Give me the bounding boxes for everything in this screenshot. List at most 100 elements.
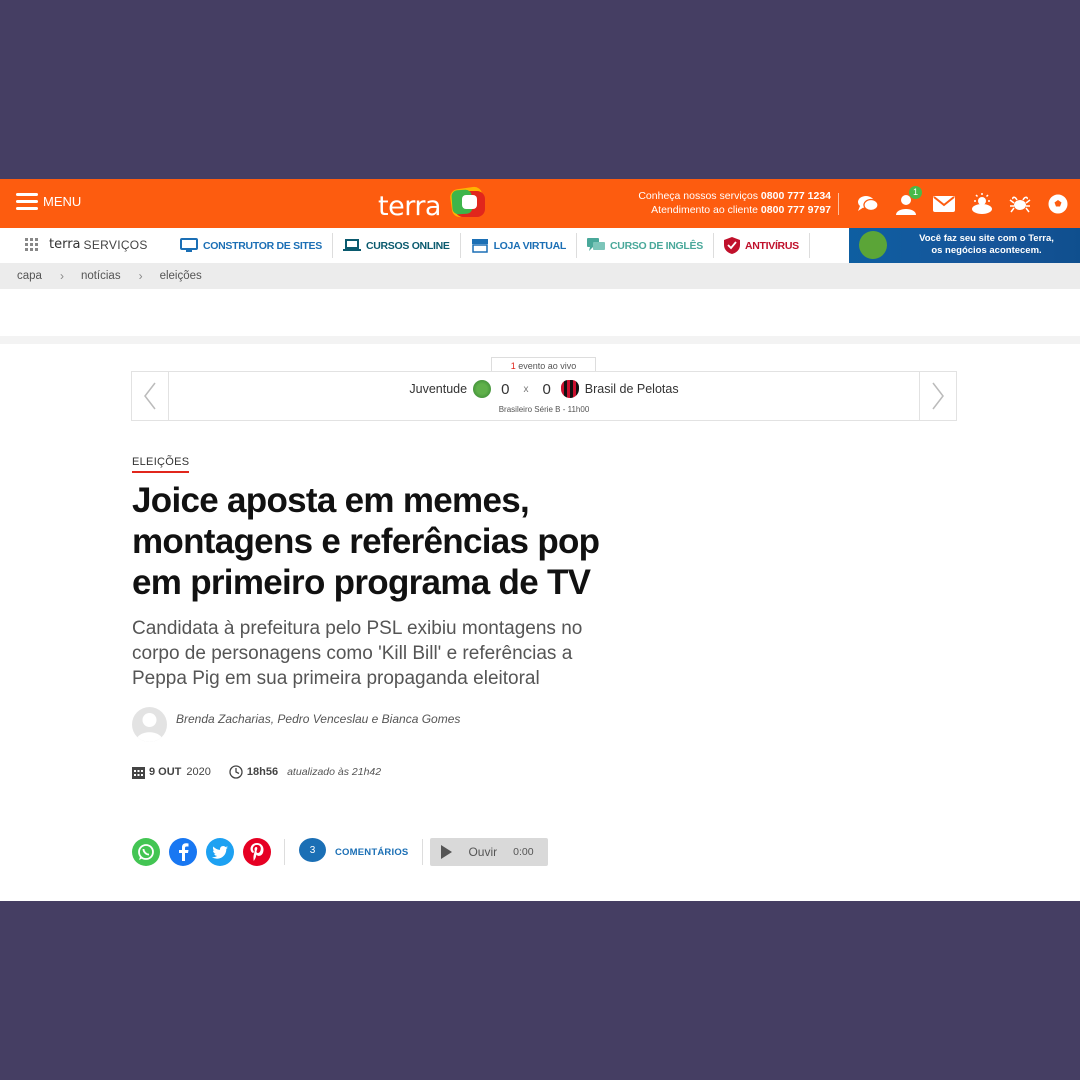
clock-icon bbox=[229, 765, 243, 779]
breadcrumb-item[interactable]: capa bbox=[17, 270, 42, 282]
service-link-online-courses[interactable]: CURSOS ONLINE bbox=[333, 233, 461, 258]
terra-services-logo[interactable]: terra SERVIÇOS bbox=[25, 237, 148, 252]
match-row[interactable]: Juventude 0 x 0 Brasil de Pelotas bbox=[132, 380, 956, 398]
publish-year: 2020 bbox=[186, 766, 211, 778]
breadcrumb-item[interactable]: eleições bbox=[160, 270, 202, 282]
live-event-count: 1 bbox=[510, 361, 516, 371]
breadcrumb-item[interactable]: notícias bbox=[81, 270, 121, 282]
top-icons: 1 bbox=[838, 179, 1077, 228]
page-frame: MENU terra Conheça nossos serviços 0800 … bbox=[0, 179, 1080, 901]
chat-icon[interactable] bbox=[855, 191, 881, 217]
home-team-crest-icon bbox=[473, 380, 492, 398]
section-label[interactable]: ELEIÇÕES bbox=[132, 456, 190, 473]
offer-seal-icon bbox=[855, 227, 891, 263]
hamburger-icon bbox=[16, 193, 38, 210]
notification-badge: 1 bbox=[909, 185, 922, 199]
calendar-icon bbox=[132, 766, 145, 779]
apps-grid-icon bbox=[25, 237, 39, 252]
audio-player[interactable]: Ouvir 0:00 bbox=[430, 838, 549, 866]
publish-day: 9 OUT bbox=[149, 766, 182, 778]
live-scoreboard: Juventude 0 x 0 Brasil de Pelotas Brasil… bbox=[131, 371, 957, 421]
promo-text: Você faz seu site com o Terra, os negóci… bbox=[899, 233, 1074, 257]
terra-logo[interactable]: terra bbox=[378, 183, 489, 223]
store-icon bbox=[471, 239, 488, 253]
live-event-label: evento ao vivo bbox=[518, 361, 577, 371]
top-bar: MENU terra Conheça nossos serviços 0800 … bbox=[0, 179, 1080, 228]
score-separator: x bbox=[523, 383, 529, 395]
play-icon[interactable] bbox=[441, 845, 453, 859]
updated-time: atualizado às 21h42 bbox=[287, 766, 382, 778]
pinterest-share-button[interactable] bbox=[243, 838, 271, 866]
service-link-label: ANTIVÍRUS bbox=[744, 239, 799, 252]
user-icon[interactable]: 1 bbox=[893, 185, 922, 217]
logo-text: terra bbox=[378, 190, 441, 222]
comments-label: COMENTÁRIOS bbox=[335, 846, 409, 858]
menu-label: MENU bbox=[43, 194, 82, 209]
chevron-right-icon: › bbox=[59, 269, 64, 283]
service-link-site-builder[interactable]: CONSTRUTOR DE SITES bbox=[170, 233, 333, 258]
pinterest-icon bbox=[250, 843, 264, 861]
service-link-english-course[interactable]: CURSO DE INGLÊS bbox=[577, 233, 714, 258]
contact-support-number[interactable]: 0800 777 9797 bbox=[761, 204, 831, 216]
divider bbox=[284, 839, 285, 865]
terra-logo-icon bbox=[450, 186, 485, 218]
chevron-right-icon bbox=[932, 382, 944, 410]
share-bar: 3 COMENTÁRIOS Ouvir 0:00 bbox=[132, 838, 549, 866]
article-authors: Brenda Zacharias, Pedro Venceslau e Bian… bbox=[176, 712, 461, 726]
away-score: 0 bbox=[542, 380, 551, 398]
divider bbox=[838, 192, 839, 215]
laptop-icon bbox=[342, 239, 361, 251]
match-competition: Brasileiro Série B - 11h00 bbox=[498, 405, 590, 414]
speech-icon bbox=[587, 238, 605, 251]
comment-bubble-icon: 3 bbox=[299, 838, 326, 862]
shield-icon bbox=[723, 237, 740, 254]
ad-divider bbox=[0, 336, 1080, 344]
horoscope-icon[interactable] bbox=[1007, 191, 1033, 217]
services-bar: terra SERVIÇOS CONSTRUTOR DE SITES CURSO… bbox=[0, 227, 1080, 264]
contact-services-label: Conheça nossos serviços bbox=[638, 190, 758, 202]
article-headline: Joice aposta em memes, montagens e refer… bbox=[132, 481, 600, 602]
services-brand: terra bbox=[49, 237, 81, 252]
article-subtitle: Candidata à prefeitura pelo PSL exibiu m… bbox=[132, 618, 583, 689]
service-link-label: CURSO DE INGLÊS bbox=[610, 239, 703, 252]
publish-time: 18h56 bbox=[246, 766, 279, 778]
audio-duration: 0:00 bbox=[513, 846, 534, 858]
scoreboard-next-button[interactable] bbox=[919, 372, 956, 420]
comment-count: 3 bbox=[309, 844, 316, 856]
home-score: 0 bbox=[501, 380, 510, 398]
weather-icon[interactable] bbox=[969, 191, 995, 217]
service-link-label: LOJA VIRTUAL bbox=[493, 239, 567, 252]
home-team: Juventude bbox=[409, 382, 468, 396]
listen-label: Ouvir bbox=[468, 845, 498, 859]
promo-line-1: Você faz seu site com o Terra, bbox=[919, 233, 1054, 244]
service-link-label: CURSOS ONLINE bbox=[365, 239, 450, 252]
divider bbox=[422, 839, 424, 865]
article-meta: 9 OUT 2020 18h56 atualizado às 21h42 bbox=[132, 765, 381, 779]
promo-banner[interactable]: Você faz seu site com o Terra, os negóci… bbox=[849, 227, 1080, 263]
breadcrumb: capa › notícias › eleições bbox=[0, 263, 1080, 289]
mail-icon[interactable] bbox=[931, 191, 957, 217]
whatsapp-icon bbox=[138, 844, 154, 860]
comments-button[interactable]: 3 COMENTÁRIOS bbox=[299, 838, 422, 864]
whatsapp-share-button[interactable] bbox=[132, 838, 160, 866]
author-avatar bbox=[132, 707, 167, 742]
services-brand-suffix: SERVIÇOS bbox=[83, 237, 148, 252]
twitter-share-button[interactable] bbox=[206, 838, 234, 866]
service-link-label: CONSTRUTOR DE SITES bbox=[203, 239, 322, 252]
service-link-antivirus[interactable]: ANTIVÍRUS bbox=[714, 233, 810, 258]
contact-info: Conheça nossos serviços 0800 777 1234 At… bbox=[638, 189, 831, 217]
contact-services-number[interactable]: 0800 777 1234 bbox=[761, 190, 831, 202]
monitor-icon bbox=[180, 238, 198, 252]
away-team: Brasil de Pelotas bbox=[584, 382, 679, 396]
promo-line-2: os negócios acontecem. bbox=[931, 245, 1042, 256]
contact-support-label: Atendimento ao cliente bbox=[651, 204, 758, 216]
away-team-crest-icon bbox=[560, 380, 579, 398]
soccer-ball-icon[interactable] bbox=[1045, 191, 1071, 217]
chevron-right-icon: › bbox=[138, 269, 143, 283]
facebook-share-button[interactable] bbox=[169, 838, 197, 866]
service-link-virtual-store[interactable]: LOJA VIRTUAL bbox=[461, 233, 577, 258]
menu-button[interactable]: MENU bbox=[16, 193, 81, 210]
twitter-icon bbox=[212, 845, 228, 859]
facebook-icon bbox=[179, 843, 189, 861]
services-links: CONSTRUTOR DE SITES CURSOS ONLINE LOJA V… bbox=[170, 228, 810, 263]
